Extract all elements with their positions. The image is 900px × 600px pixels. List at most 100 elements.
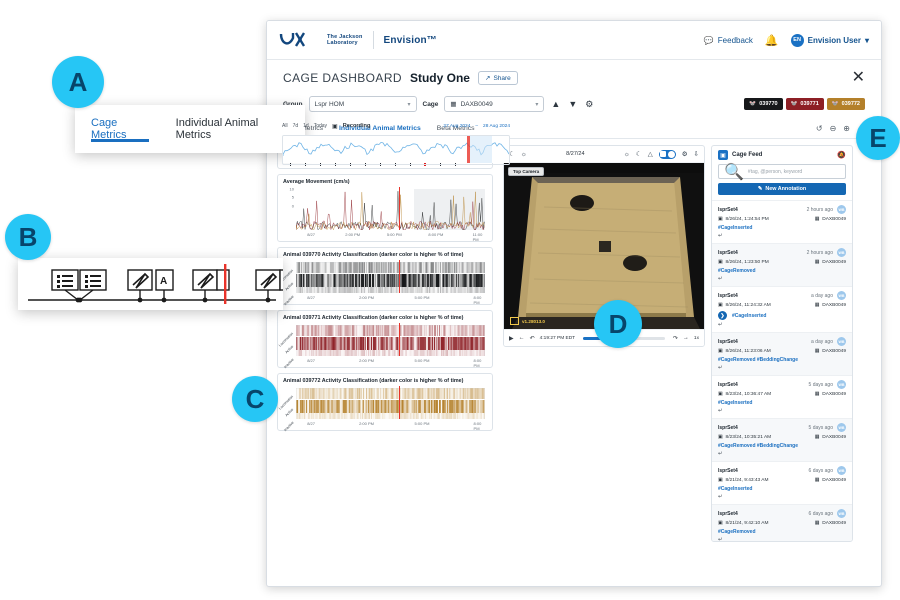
x-tick: 5:00 PM [415,358,430,363]
animal-badge[interactable]: 🐭039771 [786,98,824,110]
contrast-icon[interactable]: △ [648,150,653,158]
share-label: Share [493,75,510,82]
date-from[interactable]: 27 Aug 2024 [443,124,470,129]
forward-10-icon[interactable]: ↷ [673,335,678,342]
range-7d[interactable]: 7d [293,123,299,129]
chart-card[interactable]: Animal 039770 Activity Classification (d… [277,247,493,305]
feed-item[interactable]: lsprSet4a day agoWB▣8/26/24, 11:23:06 AM… [712,332,852,375]
reply-icon[interactable]: ↵ [718,276,846,282]
bell-slash-icon[interactable]: 🔕 [837,151,846,159]
chart-plot[interactable]: 10508/272:00 PM5:00 PM8:00 PM11:00 PM [283,187,487,239]
date-to[interactable]: 28 Aug 2024 [483,124,510,129]
bell-icon[interactable]: 🔔 [765,34,779,47]
step-forward-icon[interactable]: → [683,335,689,341]
feed-item-tags[interactable]: #CageRemoved #BeddingChange [718,443,798,449]
y-tick: 5 [292,195,294,200]
feed-item[interactable]: lsprSet45 days agoWB ▣8/23/24, 10:35:21 A… [712,418,852,461]
animal-badge[interactable]: 🐭039772 [827,98,865,110]
feedback-button[interactable]: 💬 Feedback [704,36,753,45]
chart-card[interactable]: Animal 039771 Activity Classification (d… [277,310,493,368]
reply-icon[interactable]: ↵ [718,233,846,239]
cage-feed-panel: ▣ Cage Feed 🔕 🔍 #tag, @person, keyword ✎… [711,145,853,542]
cage-select[interactable]: ▦ DAXB0049 ▾ [444,96,544,112]
download-icon[interactable]: ⇩ [694,150,699,158]
moon-icon[interactable]: ☾ [636,150,642,158]
chart-card[interactable]: Animal 039772 Activity Classification (d… [277,373,493,431]
reply-icon[interactable]: ↵ [718,322,846,328]
feed-item[interactable]: lsprSet4a day agoWB▣8/26/24, 11:24:32 AM… [712,286,852,332]
feed-item-meta: ▣8/21/24, 9:42:10 AM▦DAXB0049 [718,521,846,526]
camera-toggle[interactable] [659,150,676,159]
video-clip-icon: ▣ [718,260,723,265]
new-annotation-button[interactable]: ✎ New Annotation [718,183,846,195]
x-tick: 2:00 PM [345,232,360,237]
feed-item-tags[interactable]: #CageRemoved [718,268,756,274]
playback-speed[interactable]: 1x [694,336,699,341]
video-clip-icon: ▣ [718,521,723,526]
rewind-10-icon[interactable]: ↶ [530,335,535,342]
feed-item[interactable]: lsprSet42 hours agoWB▣8/26/24, 1:23:50 P… [712,243,852,286]
range-1d[interactable]: 1d [303,123,309,129]
chart-plot[interactable]: LocomotionActiveInactive8/272:00 PM5:00 … [283,323,487,365]
gear-icon[interactable]: ⚙ [584,99,594,110]
sun-icon[interactable]: ☼ [624,151,630,158]
reply-icon[interactable]: ↵ [718,494,846,500]
user-menu[interactable]: EN Envision User ▾ [791,34,869,47]
close-icon[interactable]: ✕ [852,70,865,86]
feed-item-time-wrap: ▣8/23/24, 10:35:21 AM [718,435,771,440]
zoom-in-icon[interactable]: ⊕ [843,124,850,133]
feed-item-tags[interactable]: #CageInserted [718,225,752,231]
range-all[interactable]: All [282,123,288,129]
video-clip-icon: ▣ [718,392,723,397]
chart-card[interactable]: Average Movement (cm/s)10508/272:00 PM5:… [277,174,493,242]
jax-logo[interactable]: The Jackson Laboratory [279,30,363,50]
feed-column: ▣ Cage Feed 🔕 🔍 #tag, @person, keyword ✎… [709,139,859,539]
chart-plot[interactable]: LocomotionActiveInactive8/272:00 PM5:00 … [283,260,487,302]
undo-icon[interactable]: ↺ [816,124,823,133]
jax-logo-mark [279,30,321,50]
reply-icon[interactable]: ↵ [718,537,846,542]
reply-icon[interactable]: ↵ [718,408,846,414]
feed-item-time: 8/21/24, 9:43:43 AM [726,478,769,483]
feed-search-input[interactable]: 🔍 #tag, @person, keyword [718,164,846,179]
header-divider [373,31,374,49]
gear-icon[interactable]: ⚙ [682,150,688,158]
step-back-icon[interactable]: ← [519,335,525,341]
pin-icon[interactable]: ❯ [718,311,727,320]
feed-item-tags[interactable]: #CageInserted [718,486,752,492]
feed-item[interactable]: lsprSet45 days agoWB▣8/23/24, 10:36:47 A… [712,375,852,418]
x-tick: 8/27 [307,358,315,363]
range-today[interactable]: Today [314,123,327,129]
magnified-tab-cage-metrics[interactable]: Cage Metrics [91,117,152,141]
zoom-out-icon[interactable]: ⊖ [830,124,837,133]
feed-item-tags[interactable]: #CageInserted [718,400,752,406]
video-date: 8/27/24 [566,151,584,157]
feed-item-tags[interactable]: #CageRemoved [718,529,756,535]
reply-icon[interactable]: ↵ [718,365,846,371]
feed-item-time: 8/26/24, 1:24:54 PM [726,217,769,222]
row-label: Inactive [283,295,295,307]
cage-feed-icon: ▣ [718,150,728,160]
next-cage-button[interactable]: ▼ [567,99,578,109]
reply-icon[interactable]: ↵ [718,451,846,457]
animal-badge[interactable]: 🐭039770 [744,98,782,110]
range-bar-wrapper: All 7d 1d Today ▣ Recording 27 Aug 2024 … [282,119,510,165]
sun-icon[interactable]: ☼ [521,151,527,158]
share-button[interactable]: ↗ Share [478,71,518,85]
feed-item-cage-wrap: ▦DAXB0049 [815,478,846,483]
magnified-tab-individual-animal-metrics[interactable]: Individual Animal Metrics [176,117,289,141]
prev-cage-button[interactable]: ▲ [550,99,561,109]
play-icon[interactable]: ▶ [509,335,514,342]
feed-item-header: lsprSet45 days agoWB [718,423,846,432]
feed-item-tags[interactable]: #CageRemoved #BeddingChange [718,357,798,363]
overview-sparkline[interactable] [282,135,510,165]
group-select[interactable]: Lspr HOM ▾ [309,96,417,112]
feed-item-tags[interactable]: #CageInserted [732,313,766,319]
feed-item[interactable]: lsprSet46 days agoWB▣8/21/24, 9:42:10 AM… [712,504,852,542]
cage-label: Cage [423,101,439,108]
chart-stack: Average Movement (cm/s)10508/272:00 PM5:… [277,174,493,431]
chart-plot[interactable]: LocomotionActiveInactive8/272:00 PM5:00 … [283,386,487,428]
version-text: v1.28013.0 [522,319,545,324]
feed-item[interactable]: lsprSet42 hours agoWB▣8/26/24, 1:24:54 P… [712,200,852,243]
feed-item[interactable]: lsprSet46 days agoWB▣8/21/24, 9:43:43 AM… [712,461,852,504]
